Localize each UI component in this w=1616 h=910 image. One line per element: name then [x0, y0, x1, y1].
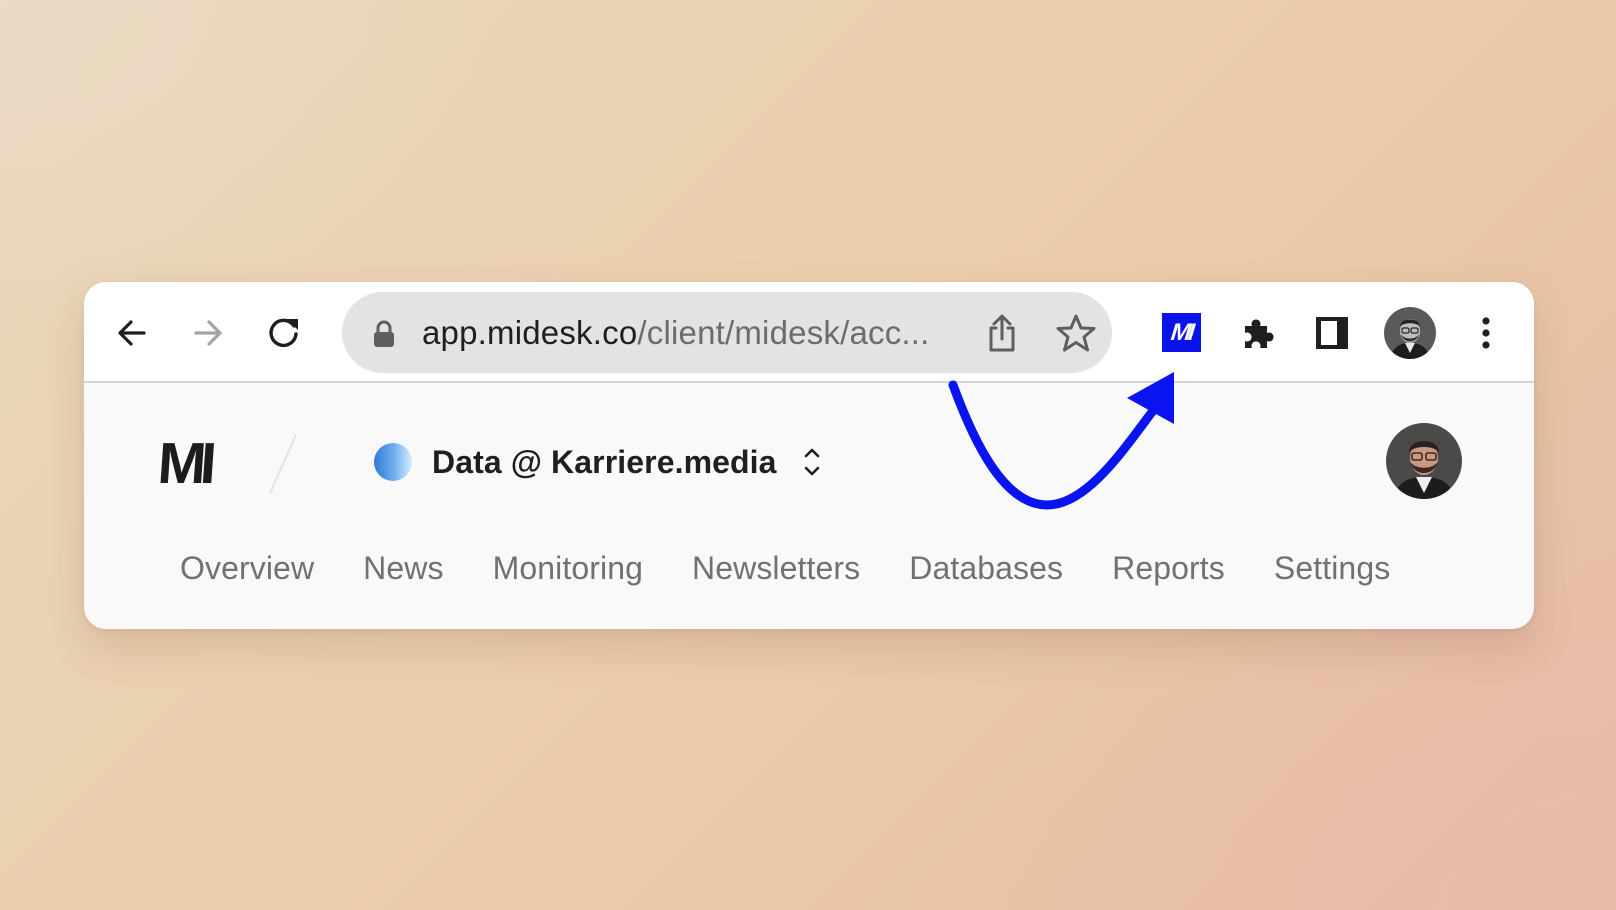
star-icon[interactable]	[1055, 312, 1097, 354]
share-icon[interactable]	[982, 312, 1022, 354]
tab-newsletters[interactable]: Newsletters	[692, 550, 860, 587]
tab-monitoring[interactable]: Monitoring	[493, 550, 643, 587]
user-avatar[interactable]	[1386, 423, 1462, 499]
tab-reports[interactable]: Reports	[1112, 550, 1225, 587]
browser-toolbar: app.midesk.co/client/midesk/acc... MI	[84, 282, 1534, 383]
midesk-extension-label: MI	[1169, 318, 1194, 346]
midesk-extension-button[interactable]: MI	[1162, 313, 1201, 352]
tab-overview[interactable]: Overview	[180, 550, 314, 587]
back-button[interactable]	[108, 309, 156, 357]
tab-settings[interactable]: Settings	[1274, 550, 1390, 587]
side-panel-button[interactable]	[1308, 309, 1356, 357]
reload-button[interactable]	[260, 309, 308, 357]
midesk-logo[interactable]: MI	[156, 430, 213, 497]
tab-news[interactable]: News	[363, 550, 443, 587]
workspace-icon	[374, 443, 412, 481]
browser-window: app.midesk.co/client/midesk/acc... MI MI…	[84, 282, 1534, 629]
side-panel-icon	[1316, 317, 1348, 349]
puzzle-icon	[1245, 319, 1274, 348]
profile-avatar[interactable]	[1384, 307, 1436, 359]
url-text[interactable]: app.midesk.co/client/midesk/acc...	[422, 292, 930, 373]
url-host: app.midesk.co	[422, 314, 638, 351]
lock-icon	[374, 320, 394, 347]
main-nav: Overview News Monitoring Newsletters Dat…	[180, 550, 1439, 587]
tab-databases[interactable]: Databases	[909, 550, 1063, 587]
workspace-switcher[interactable]: Data @ Karriere.media	[374, 432, 823, 492]
more-vertical-icon	[1482, 317, 1490, 349]
workspace-name: Data @ Karriere.media	[432, 443, 777, 480]
address-bar[interactable]: app.midesk.co/client/midesk/acc...	[342, 292, 1112, 373]
url-path: /client/midesk/acc...	[637, 314, 930, 351]
breadcrumb-separator	[269, 434, 297, 494]
user-photo	[1386, 423, 1462, 499]
arrow-left-icon	[118, 320, 146, 346]
chevron-up-down-icon	[804, 448, 819, 476]
extensions-button[interactable]	[1234, 309, 1282, 357]
arrow-right-icon	[194, 320, 222, 346]
browser-menu-button[interactable]	[1462, 309, 1510, 357]
forward-button[interactable]	[184, 309, 232, 357]
profile-photo	[1384, 307, 1436, 359]
reload-icon	[269, 318, 298, 348]
